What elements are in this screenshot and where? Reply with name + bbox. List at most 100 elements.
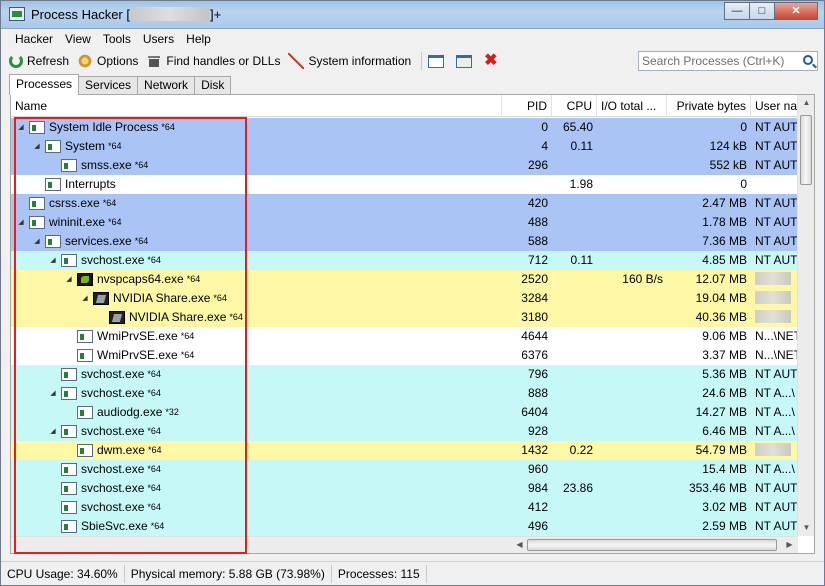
process-name-cell[interactable]: ◢ svchost.exe *64: [11, 422, 502, 441]
process-name-cell[interactable]: NVIDIA Share.exe *64: [11, 308, 502, 327]
scroll-down-icon[interactable]: ▼: [798, 520, 815, 536]
tab-services[interactable]: Services: [78, 76, 139, 95]
process-row[interactable]: ◢ nvspcaps64.exe *64 2520 160 B/s 12.07 MB: [11, 270, 798, 289]
column-io-total[interactable]: I/O total ...: [597, 95, 667, 117]
expand-toggle-icon[interactable]: ◢: [81, 289, 89, 308]
system-information-button[interactable]: System information: [288, 53, 411, 69]
process-name: NVIDIA Share.exe: [129, 310, 227, 324]
vertical-scroll-thumb[interactable]: [800, 115, 812, 185]
horizontal-scroll-thumb[interactable]: [527, 539, 777, 551]
column-user-name[interactable]: User na: [751, 95, 798, 117]
process-name-cell[interactable]: smss.exe *64: [11, 156, 502, 175]
process-row[interactable]: WmiPrvSE.exe *64 4644 9.06 MB N...\NET: [11, 327, 798, 346]
find-window-button[interactable]: [456, 54, 476, 68]
process-row[interactable]: Interrupts 1.98 0: [11, 175, 798, 194]
process-row[interactable]: smss.exe *64 296 552 kB NT AUT: [11, 156, 798, 175]
scroll-right-icon[interactable]: ▶: [781, 537, 798, 553]
process-private-cell: 5.36 MB: [702, 367, 747, 381]
process-name-cell[interactable]: dwm.exe *64: [11, 441, 502, 460]
process-row[interactable]: SbieSvc.exe *64 496 2.59 MB NT AUT: [11, 517, 798, 536]
process-row[interactable]: svchost.exe *64 960 15.4 MB NT A...\: [11, 460, 798, 479]
process-name-cell[interactable]: ◢ nvspcaps64.exe *64: [11, 270, 502, 289]
horizontal-scrollbar[interactable]: ◀ ▶: [11, 536, 798, 553]
search-icon[interactable]: [803, 55, 813, 65]
title-bar[interactable]: Process Hacker []+ — □ ✕: [1, 1, 824, 29]
process-name-cell[interactable]: ◢ NVIDIA Share.exe *64: [11, 289, 502, 308]
process-name-cell[interactable]: ◢ svchost.exe *64: [11, 251, 502, 270]
process-row[interactable]: ◢ wininit.exe *64 488 1.78 MB NT AUT: [11, 213, 798, 232]
process-name-cell[interactable]: WmiPrvSE.exe *64: [11, 346, 502, 365]
refresh-button[interactable]: Refresh: [9, 54, 69, 68]
expand-toggle-icon[interactable]: ◢: [65, 270, 73, 289]
process-user-cell: NT A...\: [755, 386, 795, 400]
options-button[interactable]: Options: [77, 53, 138, 69]
menu-hacker[interactable]: Hacker: [9, 32, 59, 46]
process-name-cell[interactable]: ◢ svchost.exe *64: [11, 384, 502, 403]
process-row[interactable]: WmiPrvSE.exe *64 6376 3.37 MB N...\NET: [11, 346, 798, 365]
process-row[interactable]: dwm.exe *64 1432 0.22 54.79 MB: [11, 441, 798, 460]
terminate-button[interactable]: ✖: [484, 53, 504, 69]
process-name-cell[interactable]: Interrupts: [11, 175, 502, 194]
search-input[interactable]: Search Processes (Ctrl+K): [638, 51, 818, 71]
maximize-button[interactable]: □: [749, 2, 775, 20]
process-row[interactable]: ◢ svchost.exe *64 888 24.6 MB NT A...\: [11, 384, 798, 403]
process-user-cell: NT AUT: [755, 158, 798, 172]
column-cpu[interactable]: CPU: [552, 95, 597, 117]
process-row[interactable]: ◢ NVIDIA Share.exe *64 3284 19.04 MB: [11, 289, 798, 308]
tab-disk[interactable]: Disk: [194, 76, 232, 95]
expand-toggle-icon[interactable]: ◢: [33, 232, 41, 251]
expand-toggle-icon[interactable]: ◢: [49, 422, 57, 441]
expand-toggle-icon[interactable]: ◢: [17, 213, 25, 232]
expand-toggle-icon[interactable]: ◢: [17, 118, 25, 137]
process-io-cell: 160 B/s: [622, 272, 663, 286]
process-row[interactable]: ◢ svchost.exe *64 712 0.11 4.85 MB NT AUT: [11, 251, 798, 270]
vertical-scrollbar[interactable]: ▲ ▼: [797, 95, 814, 536]
close-button[interactable]: ✕: [774, 2, 818, 20]
menu-help[interactable]: Help: [180, 32, 217, 46]
process-name: svchost.exe: [81, 500, 145, 514]
process-name-cell[interactable]: ◢ wininit.exe *64: [11, 213, 502, 232]
process-name-cell[interactable]: csrss.exe *64: [11, 194, 502, 213]
menu-users[interactable]: Users: [137, 32, 180, 46]
process-name: Interrupts: [65, 177, 116, 191]
process-row[interactable]: ◢ System Idle Process *64 0 65.40 0 NT AUT: [11, 118, 798, 137]
process-name-cell[interactable]: ◢ System *64: [11, 137, 502, 156]
tab-network[interactable]: Network: [137, 76, 196, 95]
minimize-button[interactable]: —: [724, 2, 750, 20]
menu-tools[interactable]: Tools: [97, 32, 137, 46]
status-physical-memory: Physical memory: 5.88 GB (73.98%): [125, 564, 332, 583]
process-row[interactable]: svchost.exe *64 984 23.86 353.46 MB NT AUT: [11, 479, 798, 498]
process-row[interactable]: audiodg.exe *32 6404 14.27 MB NT A...\: [11, 403, 798, 422]
show-window-button[interactable]: [428, 54, 448, 68]
process-name-cell[interactable]: svchost.exe *64: [11, 460, 502, 479]
process-row[interactable]: ◢ services.exe *64 588 7.36 MB NT AUT: [11, 232, 798, 251]
process-name-cell[interactable]: ◢ services.exe *64: [11, 232, 502, 251]
process-row[interactable]: ◢ svchost.exe *64 928 6.46 MB NT A...\: [11, 422, 798, 441]
process-row[interactable]: svchost.exe *64 412 3.02 MB NT AUT: [11, 498, 798, 517]
expand-toggle-icon[interactable]: ◢: [49, 251, 57, 270]
column-pid[interactable]: PID: [502, 95, 552, 117]
process-row[interactable]: svchost.exe *64 796 5.36 MB NT AUT: [11, 365, 798, 384]
find-handles-button[interactable]: Find handles or DLLs: [146, 53, 280, 69]
process-row[interactable]: ◢ System *64 4 0.11 124 kB NT AUT: [11, 137, 798, 156]
process-window-icon: [29, 216, 45, 229]
process-name-cell[interactable]: svchost.exe *64: [11, 365, 502, 384]
process-user-cell: NT AUT: [755, 215, 798, 229]
expand-toggle-icon[interactable]: ◢: [49, 384, 57, 403]
process-name-cell[interactable]: WmiPrvSE.exe *64: [11, 327, 502, 346]
expand-toggle-icon[interactable]: ◢: [33, 137, 41, 156]
redacted-user-name: [755, 310, 791, 323]
process-name-cell[interactable]: SbieSvc.exe *64: [11, 517, 502, 536]
column-private-bytes[interactable]: Private bytes: [667, 95, 751, 117]
scroll-left-icon[interactable]: ◀: [511, 537, 528, 553]
process-row[interactable]: csrss.exe *64 420 2.47 MB NT AUT: [11, 194, 798, 213]
column-name[interactable]: Name: [11, 95, 502, 117]
process-row[interactable]: NVIDIA Share.exe *64 3180 40.36 MB: [11, 308, 798, 327]
tab-processes[interactable]: Processes: [9, 74, 80, 95]
menu-view[interactable]: View: [59, 32, 97, 46]
process-name-cell[interactable]: svchost.exe *64: [11, 479, 502, 498]
scroll-up-icon[interactable]: ▲: [798, 95, 815, 111]
process-name-cell[interactable]: svchost.exe *64: [11, 498, 502, 517]
process-name-cell[interactable]: audiodg.exe *32: [11, 403, 502, 422]
process-name-cell[interactable]: ◢ System Idle Process *64: [11, 118, 502, 137]
